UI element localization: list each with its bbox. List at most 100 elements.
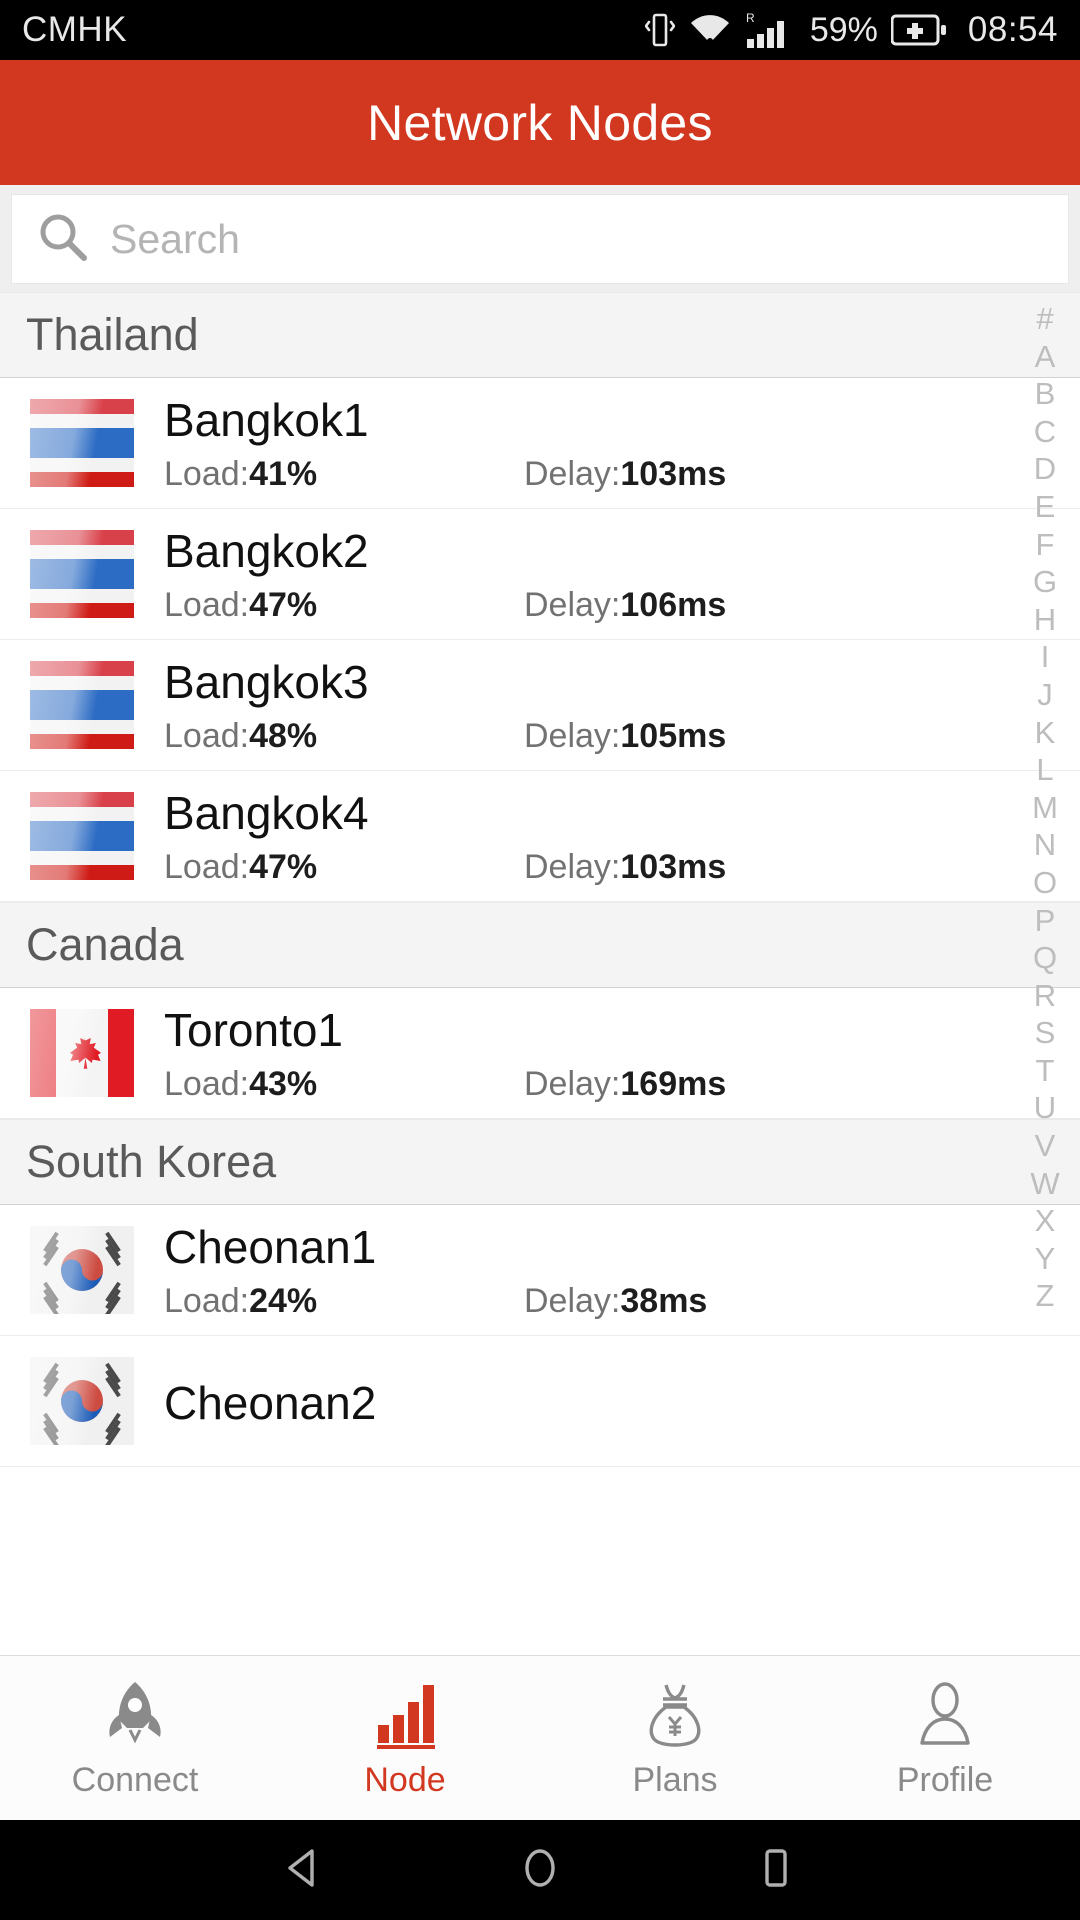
tab-plans[interactable]: Plans bbox=[540, 1656, 810, 1820]
section-country-label: Thailand bbox=[26, 309, 199, 360]
node-load: Load:41% bbox=[164, 455, 318, 494]
alpha-index-p[interactable]: P bbox=[1035, 902, 1056, 940]
back-triangle-icon[interactable] bbox=[281, 1845, 327, 1896]
node-stats: Load:41% Delay:103ms bbox=[164, 455, 1010, 494]
node-list[interactable]: Thailand Bangkok1 Load:41% Delay:103ms Bangk… bbox=[0, 292, 1080, 1655]
bar-chart-icon bbox=[372, 1677, 438, 1749]
thailand-flag bbox=[30, 792, 134, 880]
south-korea-flag bbox=[30, 1357, 134, 1445]
node-stats: Load:48% Delay:105ms bbox=[164, 717, 1010, 756]
tab-label: Plans bbox=[632, 1760, 718, 1799]
tab-label: Connect bbox=[71, 1760, 199, 1799]
node-row[interactable]: Bangkok1 Load:41% Delay:103ms bbox=[0, 378, 1080, 509]
app-bar: Network Nodes bbox=[0, 60, 1080, 185]
signal-icon: R bbox=[745, 10, 795, 50]
alpha-index-d[interactable]: D bbox=[1034, 450, 1056, 488]
node-row[interactable]: Bangkok4 Load:47% Delay:103ms bbox=[0, 771, 1080, 902]
node-delay: Delay:38ms bbox=[524, 1282, 708, 1321]
svg-text:R: R bbox=[746, 11, 755, 25]
tab-node[interactable]: Node bbox=[270, 1656, 540, 1820]
alpha-index-q[interactable]: Q bbox=[1033, 939, 1057, 977]
section-header-thailand: Thailand bbox=[0, 292, 1080, 378]
node-row[interactable]: Bangkok3 Load:48% Delay:105ms bbox=[0, 640, 1080, 771]
recents-square-icon[interactable] bbox=[753, 1845, 799, 1896]
node-stats: Load:24% Delay:38ms bbox=[164, 1282, 1010, 1321]
battery-charging-icon bbox=[890, 13, 947, 47]
tab-label: Profile bbox=[896, 1760, 994, 1799]
node-delay: Delay:103ms bbox=[524, 848, 727, 887]
alpha-index-g[interactable]: G bbox=[1033, 563, 1057, 601]
node-load: Load:47% bbox=[164, 586, 318, 625]
alpha-index-l[interactable]: L bbox=[1036, 751, 1053, 789]
node-info: Bangkok1 Load:41% Delay:103ms bbox=[164, 378, 1010, 508]
search-icon bbox=[36, 210, 90, 269]
person-icon bbox=[912, 1677, 978, 1749]
alpha-index-b[interactable]: B bbox=[1035, 375, 1056, 413]
wifi-icon bbox=[688, 12, 732, 48]
node-row[interactable]: Bangkok2 Load:47% Delay:106ms bbox=[0, 509, 1080, 640]
tab-profile[interactable]: Profile bbox=[810, 1656, 1080, 1820]
node-info: Bangkok4 Load:47% Delay:103ms bbox=[164, 771, 1010, 901]
node-info: Bangkok2 Load:47% Delay:106ms bbox=[164, 509, 1010, 639]
thailand-flag bbox=[30, 399, 134, 487]
alpha-index-i[interactable]: I bbox=[1041, 638, 1050, 676]
alpha-index-f[interactable]: F bbox=[1036, 526, 1055, 564]
status-icons: R 59% 08:54 bbox=[644, 10, 1058, 50]
alpha-index-h[interactable]: H bbox=[1034, 601, 1056, 639]
alpha-index-r[interactable]: R bbox=[1034, 977, 1056, 1015]
node-row[interactable]: Toronto1 Load:43% Delay:169ms bbox=[0, 988, 1080, 1119]
page-title: Network Nodes bbox=[367, 94, 713, 151]
node-name: Bangkok2 bbox=[164, 524, 369, 577]
alpha-index-w[interactable]: W bbox=[1030, 1165, 1059, 1203]
alpha-index-j[interactable]: J bbox=[1037, 676, 1053, 714]
clock-label: 08:54 bbox=[967, 10, 1058, 49]
node-info: Cheonan1 Load:24% Delay:38ms bbox=[164, 1205, 1010, 1335]
alpha-index-m[interactable]: M bbox=[1032, 789, 1058, 827]
node-row[interactable]: Cheonan2 bbox=[0, 1336, 1080, 1467]
node-stats: Load:47% Delay:103ms bbox=[164, 848, 1010, 887]
node-name: Toronto1 bbox=[164, 1003, 344, 1056]
section-country-label: Canada bbox=[26, 919, 184, 970]
alpha-index-s[interactable]: S bbox=[1035, 1014, 1056, 1052]
alpha-index-x[interactable]: X bbox=[1035, 1202, 1056, 1240]
node-name: Bangkok4 bbox=[164, 786, 369, 839]
node-load: Load:43% bbox=[164, 1065, 318, 1104]
alpha-index-v[interactable]: V bbox=[1035, 1127, 1056, 1165]
alpha-index-e[interactable]: E bbox=[1035, 488, 1056, 526]
search-input[interactable]: Search bbox=[12, 195, 1068, 283]
carrier-label: CMHK bbox=[22, 10, 128, 49]
node-name: Bangkok1 bbox=[164, 393, 369, 446]
alpha-index-k[interactable]: K bbox=[1035, 714, 1056, 752]
tab-label: Node bbox=[364, 1760, 446, 1799]
node-delay: Delay:169ms bbox=[524, 1065, 727, 1104]
alpha-index-y[interactable]: Y bbox=[1035, 1240, 1056, 1278]
rocket-icon bbox=[102, 1677, 168, 1749]
android-nav-bar bbox=[0, 1820, 1080, 1920]
alphabet-index[interactable]: # A B C D E F G H I J K L M N O P Q R S T U V W X Y Z bbox=[1010, 292, 1080, 1655]
node-delay: Delay:103ms bbox=[524, 455, 727, 494]
section-country-label: South Korea bbox=[26, 1136, 277, 1187]
tab-connect[interactable]: Connect bbox=[0, 1656, 270, 1820]
alpha-index-t[interactable]: T bbox=[1036, 1052, 1055, 1090]
node-load: Load:48% bbox=[164, 717, 318, 756]
alpha-index-a[interactable]: A bbox=[1035, 338, 1056, 376]
node-name: Bangkok3 bbox=[164, 655, 369, 708]
node-delay: Delay:105ms bbox=[524, 717, 727, 756]
bottom-tab-bar: Connect Node Plans Profile bbox=[0, 1655, 1080, 1820]
alpha-index-hash[interactable]: # bbox=[1036, 300, 1053, 338]
vibrate-icon bbox=[644, 10, 675, 50]
node-stats: Load:43% Delay:169ms bbox=[164, 1065, 1010, 1104]
canada-flag bbox=[30, 1009, 134, 1097]
alpha-index-z[interactable]: Z bbox=[1036, 1277, 1055, 1315]
alpha-index-u[interactable]: U bbox=[1034, 1089, 1056, 1127]
alpha-index-n[interactable]: N bbox=[1034, 826, 1056, 864]
thailand-flag bbox=[30, 530, 134, 618]
south-korea-flag bbox=[30, 1226, 134, 1314]
node-row[interactable]: Cheonan1 Load:24% Delay:38ms bbox=[0, 1205, 1080, 1336]
alpha-index-o[interactable]: O bbox=[1033, 864, 1057, 902]
node-name: Cheonan1 bbox=[164, 1220, 377, 1273]
home-circle-icon[interactable] bbox=[517, 1845, 563, 1896]
node-load: Load:24% bbox=[164, 1282, 318, 1321]
node-name: Cheonan2 bbox=[164, 1376, 377, 1429]
alpha-index-c[interactable]: C bbox=[1034, 413, 1056, 451]
